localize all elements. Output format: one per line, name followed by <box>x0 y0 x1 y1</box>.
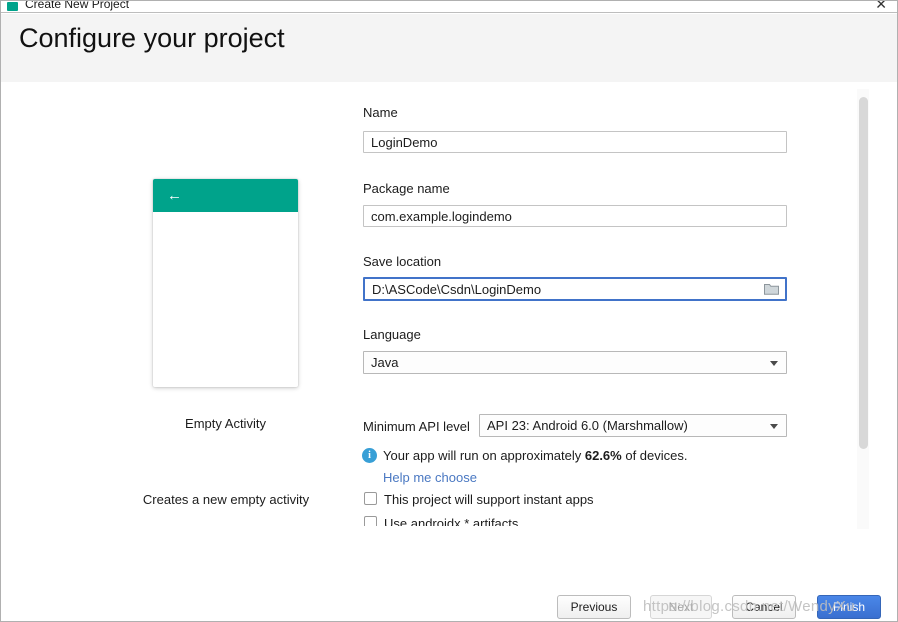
create-new-project-dialog: Create New Project ✕ Configure your proj… <box>0 0 898 622</box>
instant-apps-label: This project will support instant apps <box>384 492 594 507</box>
page-title: Configure your project <box>19 23 285 54</box>
save-location-field <box>363 277 787 301</box>
template-name: Empty Activity <box>153 416 298 431</box>
name-input[interactable] <box>363 131 787 153</box>
previous-button[interactable]: Previous <box>557 595 631 619</box>
titlebar: Create New Project <box>1 1 897 13</box>
instant-apps-checkbox[interactable] <box>364 492 377 505</box>
androidx-checkbox[interactable] <box>364 516 377 526</box>
save-location-input[interactable] <box>363 277 787 301</box>
scrollbar-thumb[interactable] <box>859 97 868 449</box>
min-api-label: Minimum API level <box>363 419 470 434</box>
form-scroll-area: ← Empty Activity Creates a new empty act… <box>1 89 857 526</box>
language-value: Java <box>371 355 398 370</box>
app-icon <box>7 2 18 11</box>
info-icon: i <box>362 448 377 463</box>
api-info-prefix: Your app will run on approximately <box>383 448 585 463</box>
language-label: Language <box>363 327 421 342</box>
min-api-value: API 23: Android 6.0 (Marshmallow) <box>487 418 688 433</box>
next-button: Next <box>650 595 712 619</box>
save-location-label: Save location <box>363 254 441 269</box>
androidx-label: Use androidx.* artifacts <box>384 516 518 526</box>
name-label: Name <box>363 105 398 120</box>
cancel-button[interactable]: Cancel <box>732 595 796 619</box>
window-title: Create New Project <box>25 1 129 11</box>
package-name-label: Package name <box>363 181 450 196</box>
api-info-suffix: of devices. <box>622 448 688 463</box>
language-dropdown[interactable]: Java <box>363 351 787 374</box>
package-name-input[interactable] <box>363 205 787 227</box>
template-preview-header: ← <box>153 179 298 212</box>
chevron-down-icon <box>770 361 778 366</box>
min-api-dropdown[interactable]: API 23: Android 6.0 (Marshmallow) <box>479 414 787 437</box>
finish-button[interactable]: Finish <box>817 595 881 619</box>
chevron-down-icon <box>770 424 778 429</box>
help-me-choose-link[interactable]: Help me choose <box>383 470 477 485</box>
back-arrow-icon: ← <box>167 187 182 204</box>
template-preview-card: ← <box>153 179 298 387</box>
api-info-text: Your app will run on approximately 62.6%… <box>383 448 688 463</box>
api-info-percent: 62.6% <box>585 448 622 463</box>
template-description: Creates a new empty activity <box>101 492 351 507</box>
close-icon[interactable]: ✕ <box>875 0 887 12</box>
